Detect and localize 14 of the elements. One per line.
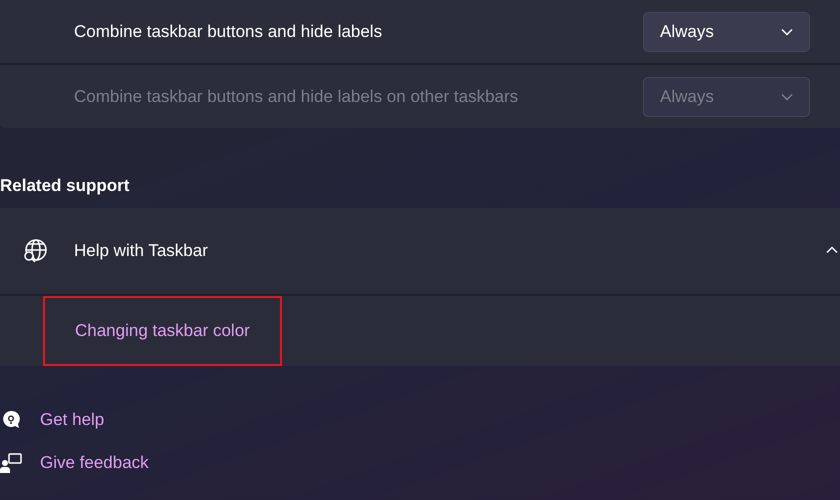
setting-label: Combine taskbar buttons and hide labels on other taskbars [74,86,518,106]
dropdown[interactable]: Always [643,12,810,52]
expander-title[interactable]: Help with Taskbar [74,241,208,261]
support-link[interactable]: Changing taskbar color [43,296,282,366]
chevron-up-icon[interactable] [826,246,838,254]
chevron-down-icon [781,28,793,36]
globe-search-icon [22,238,48,264]
footer-link[interactable]: Get help [40,410,104,430]
chevron-down-icon [781,92,793,100]
help-bubble-icon [0,409,22,431]
setting-label: Combine taskbar buttons and hide labels [74,22,382,42]
feedback-person-icon [0,452,22,474]
footer-link[interactable]: Give feedback [40,453,149,473]
section-heading: Related support [0,176,130,196]
